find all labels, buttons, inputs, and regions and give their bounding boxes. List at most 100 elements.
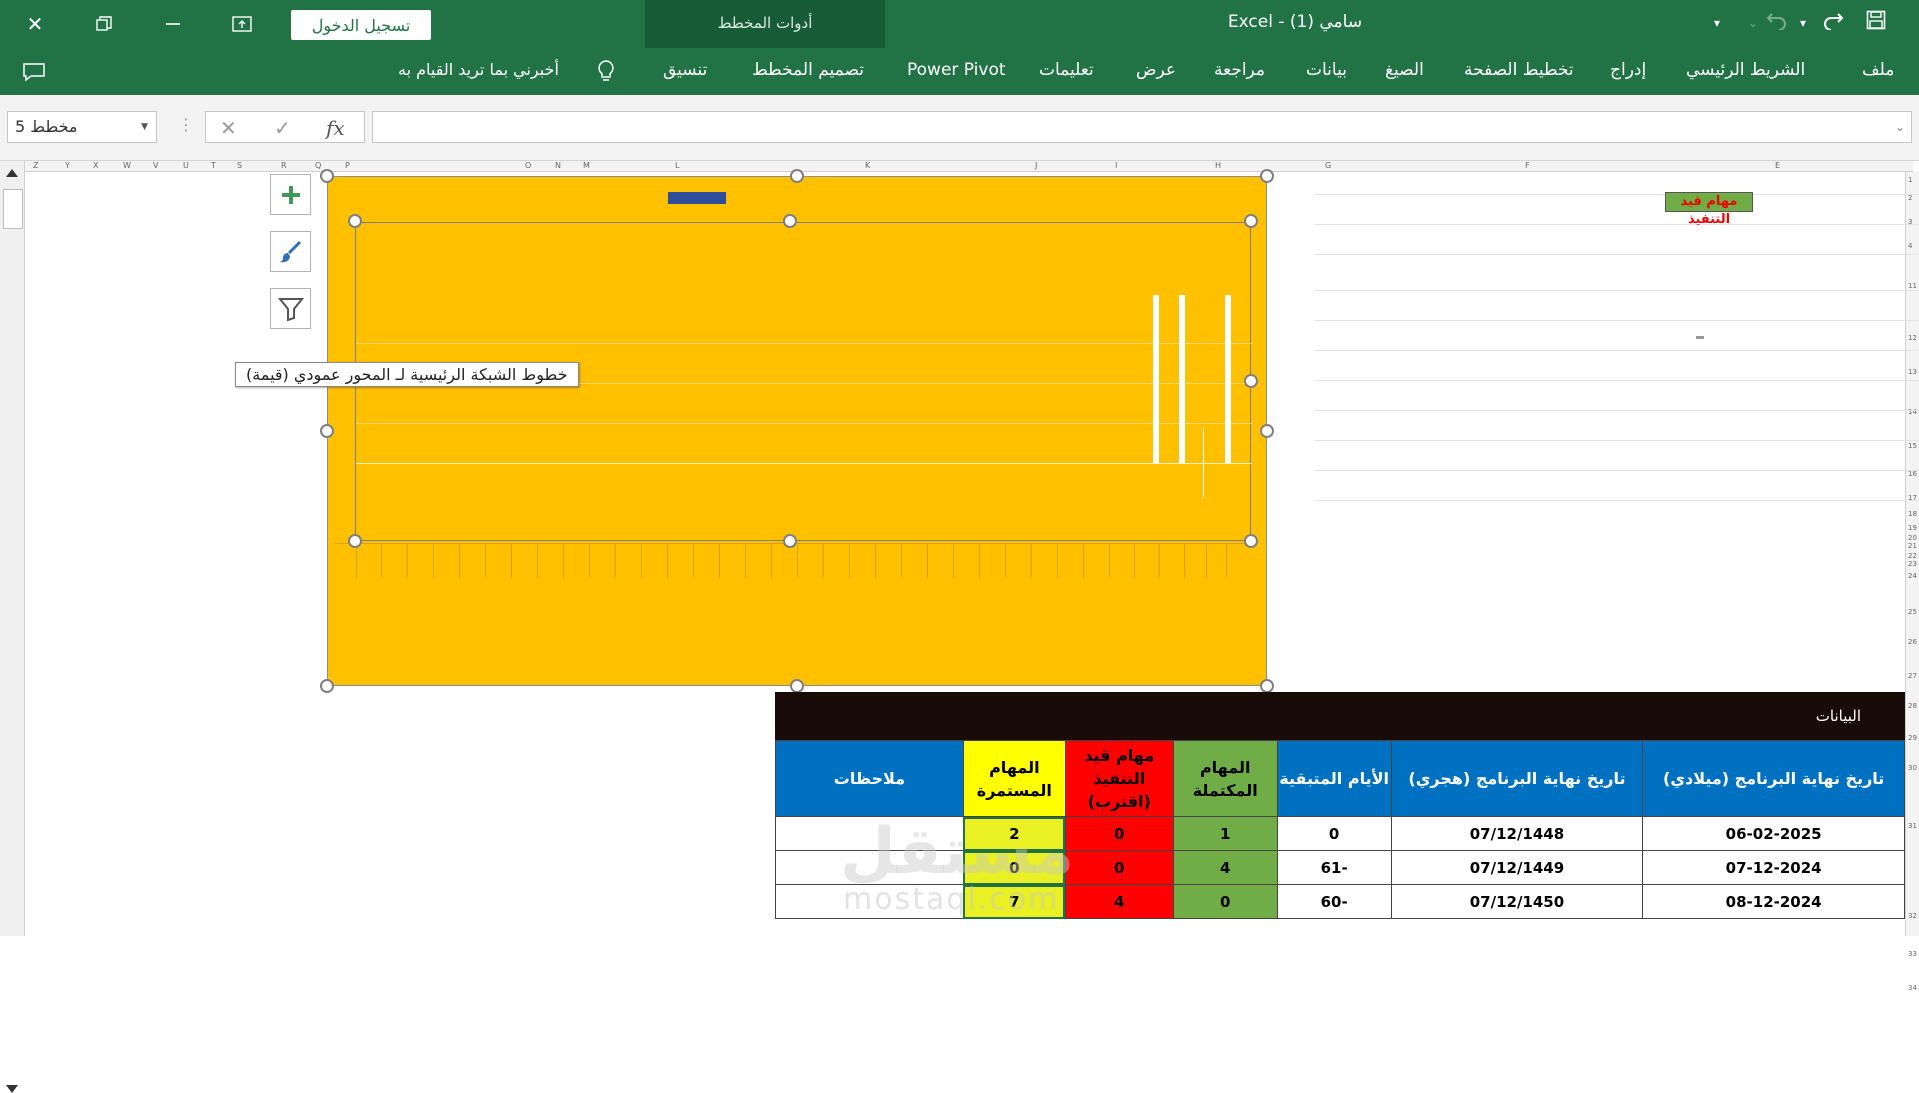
row-header[interactable]: 4 bbox=[1908, 242, 1912, 250]
row-header[interactable]: 13 bbox=[1908, 368, 1917, 376]
column-header-k[interactable]: K bbox=[865, 161, 870, 170]
tab-power-pivot[interactable]: Power Pivot bbox=[907, 60, 1006, 80]
chart-area[interactable] bbox=[320, 169, 1274, 693]
row-header[interactable]: 21 bbox=[1908, 542, 1917, 550]
tab-data[interactable]: بيانات bbox=[1306, 60, 1347, 80]
column-header-y[interactable]: Y bbox=[65, 161, 70, 170]
cell[interactable]: 08-12-2024 bbox=[1642, 884, 1905, 919]
plot-resize-handle[interactable] bbox=[348, 534, 362, 548]
col-header-notes[interactable]: ملاحظات bbox=[775, 740, 964, 817]
cell[interactable]: 07/12/1449 bbox=[1390, 850, 1644, 885]
row-header[interactable]: 24 bbox=[1908, 572, 1917, 580]
formula-input[interactable]: ⌄ bbox=[372, 111, 1912, 143]
chart-bar[interactable] bbox=[1179, 295, 1185, 463]
chart-filters-button[interactable] bbox=[270, 288, 311, 329]
col-header-remaining-days[interactable]: الأيام المتبقية bbox=[1276, 740, 1392, 817]
row-header[interactable]: 2 bbox=[1908, 194, 1912, 202]
plot-resize-handle[interactable] bbox=[783, 214, 797, 228]
cell[interactable]: 0 bbox=[1064, 850, 1174, 885]
scroll-up-icon[interactable] bbox=[6, 169, 18, 177]
sheet-label-pending[interactable]: مهام قيد التنفيذ bbox=[1665, 192, 1753, 227]
plot-resize-handle[interactable] bbox=[1244, 534, 1258, 548]
tab-home[interactable]: الشريط الرئيسي bbox=[1686, 60, 1805, 80]
col-header-end-gregorian[interactable]: تاريخ نهاية البرنامج (ميلادي) bbox=[1642, 740, 1905, 817]
cell[interactable]: 0 bbox=[1064, 816, 1174, 851]
row-header[interactable]: 15 bbox=[1908, 442, 1917, 450]
tab-formulas[interactable]: الصيغ bbox=[1385, 60, 1424, 80]
comments-icon[interactable] bbox=[22, 62, 46, 82]
cell[interactable]: 0 bbox=[1276, 816, 1392, 851]
expand-formula-bar-icon[interactable]: ⌄ bbox=[1895, 120, 1905, 134]
row-header[interactable]: 20 bbox=[1908, 534, 1917, 542]
plot-resize-handle[interactable] bbox=[783, 534, 797, 548]
cell[interactable]: 06-02-2025 bbox=[1642, 816, 1905, 851]
column-header-e[interactable]: E bbox=[1775, 161, 1780, 170]
column-header-f[interactable]: F bbox=[1525, 161, 1530, 170]
chart-data-table[interactable] bbox=[334, 543, 1246, 578]
row-header[interactable]: 22 bbox=[1908, 552, 1917, 560]
row-header[interactable]: 31 bbox=[1908, 822, 1917, 830]
minimize-icon[interactable] bbox=[153, 8, 193, 40]
vertical-scrollbar[interactable] bbox=[0, 161, 25, 1093]
scroll-down-icon[interactable] bbox=[6, 1085, 18, 1093]
resize-handle[interactable] bbox=[790, 169, 804, 183]
tab-chart-design[interactable]: تصميم المخطط bbox=[752, 60, 864, 80]
column-header-g[interactable]: G bbox=[1325, 161, 1331, 170]
column-header-m[interactable]: M bbox=[583, 161, 590, 170]
chart-bar[interactable] bbox=[1225, 295, 1231, 463]
cell[interactable]: 07-12-2024 bbox=[1642, 850, 1905, 885]
column-header-q[interactable]: Q bbox=[315, 161, 321, 170]
row-header[interactable]: 29 bbox=[1908, 734, 1917, 742]
column-header-i[interactable]: I bbox=[1115, 161, 1117, 170]
row-header[interactable]: 30 bbox=[1908, 764, 1917, 772]
column-header-u[interactable]: U bbox=[183, 161, 189, 170]
column-header-j[interactable]: J bbox=[1035, 161, 1037, 170]
chart-title[interactable] bbox=[668, 192, 726, 204]
column-headers[interactable]: ZYXWVUTSRQPONMLKJIHGFE bbox=[25, 161, 1913, 172]
row-header[interactable]: 26 bbox=[1908, 638, 1917, 646]
tab-format[interactable]: تنسيق bbox=[663, 60, 707, 80]
scroll-thumb[interactable] bbox=[3, 189, 23, 229]
chart-styles-button[interactable] bbox=[270, 231, 311, 272]
column-header-o[interactable]: O bbox=[525, 161, 531, 170]
cell[interactable]: 0 bbox=[1172, 884, 1278, 919]
plot-resize-handle[interactable] bbox=[1244, 374, 1258, 388]
signin-button[interactable]: تسجيل الدخول bbox=[291, 10, 431, 40]
cell[interactable]: -60 bbox=[1276, 884, 1392, 919]
tab-view[interactable]: عرض bbox=[1136, 60, 1176, 80]
cell[interactable]: -61 bbox=[1276, 850, 1392, 885]
name-box[interactable]: مخطط 5 ▼ bbox=[7, 111, 157, 143]
row-header[interactable]: 28 bbox=[1908, 702, 1917, 710]
customize-qat-icon[interactable]: ▾ bbox=[1714, 16, 1720, 30]
row-header[interactable]: 33 bbox=[1908, 950, 1917, 958]
row-header[interactable]: 12 bbox=[1908, 334, 1917, 342]
row-header[interactable]: 27 bbox=[1908, 672, 1917, 680]
redo-icon[interactable] bbox=[1822, 10, 1844, 35]
column-header-x[interactable]: X bbox=[93, 161, 98, 170]
row-header[interactable]: 23 bbox=[1908, 560, 1917, 568]
column-header-z[interactable]: Z bbox=[33, 161, 38, 170]
name-box-dropdown-icon[interactable]: ▼ bbox=[141, 122, 148, 132]
plot-resize-handle[interactable] bbox=[1244, 214, 1258, 228]
resize-handle[interactable] bbox=[320, 169, 334, 183]
column-header-p[interactable]: P bbox=[345, 161, 350, 170]
tab-file[interactable]: ملف bbox=[1862, 60, 1894, 80]
enter-icon[interactable]: ✓ bbox=[274, 116, 291, 140]
resize-handle[interactable] bbox=[320, 679, 334, 693]
redo-dropdown-icon[interactable]: ▾ bbox=[1800, 16, 1806, 30]
resize-handle[interactable] bbox=[1260, 424, 1274, 438]
chart-bar[interactable] bbox=[1153, 295, 1159, 463]
tell-me-input[interactable]: أخبرني بما تريد القيام به bbox=[398, 60, 559, 79]
row-headers[interactable]: 1 2 3 4 11 12 13 14 15 16 17 18 19 20 21 22 23 24 25 26 27 28… bbox=[1905, 172, 1919, 992]
resize-handle[interactable] bbox=[1260, 679, 1274, 693]
col-header-end-hijri[interactable]: تاريخ نهاية البرنامج (هجري) bbox=[1390, 740, 1644, 817]
chart-elements-button[interactable] bbox=[270, 174, 311, 215]
tab-insert[interactable]: إدراج bbox=[1610, 60, 1646, 80]
row-header[interactable]: 32 bbox=[1908, 912, 1917, 920]
close-icon[interactable]: ✕ bbox=[15, 8, 55, 40]
plot-resize-handle[interactable] bbox=[348, 214, 362, 228]
column-header-l[interactable]: L bbox=[675, 161, 679, 170]
save-icon[interactable] bbox=[1866, 10, 1886, 35]
cell[interactable]: 4 bbox=[1064, 884, 1174, 919]
column-header-s[interactable]: S bbox=[237, 161, 242, 170]
